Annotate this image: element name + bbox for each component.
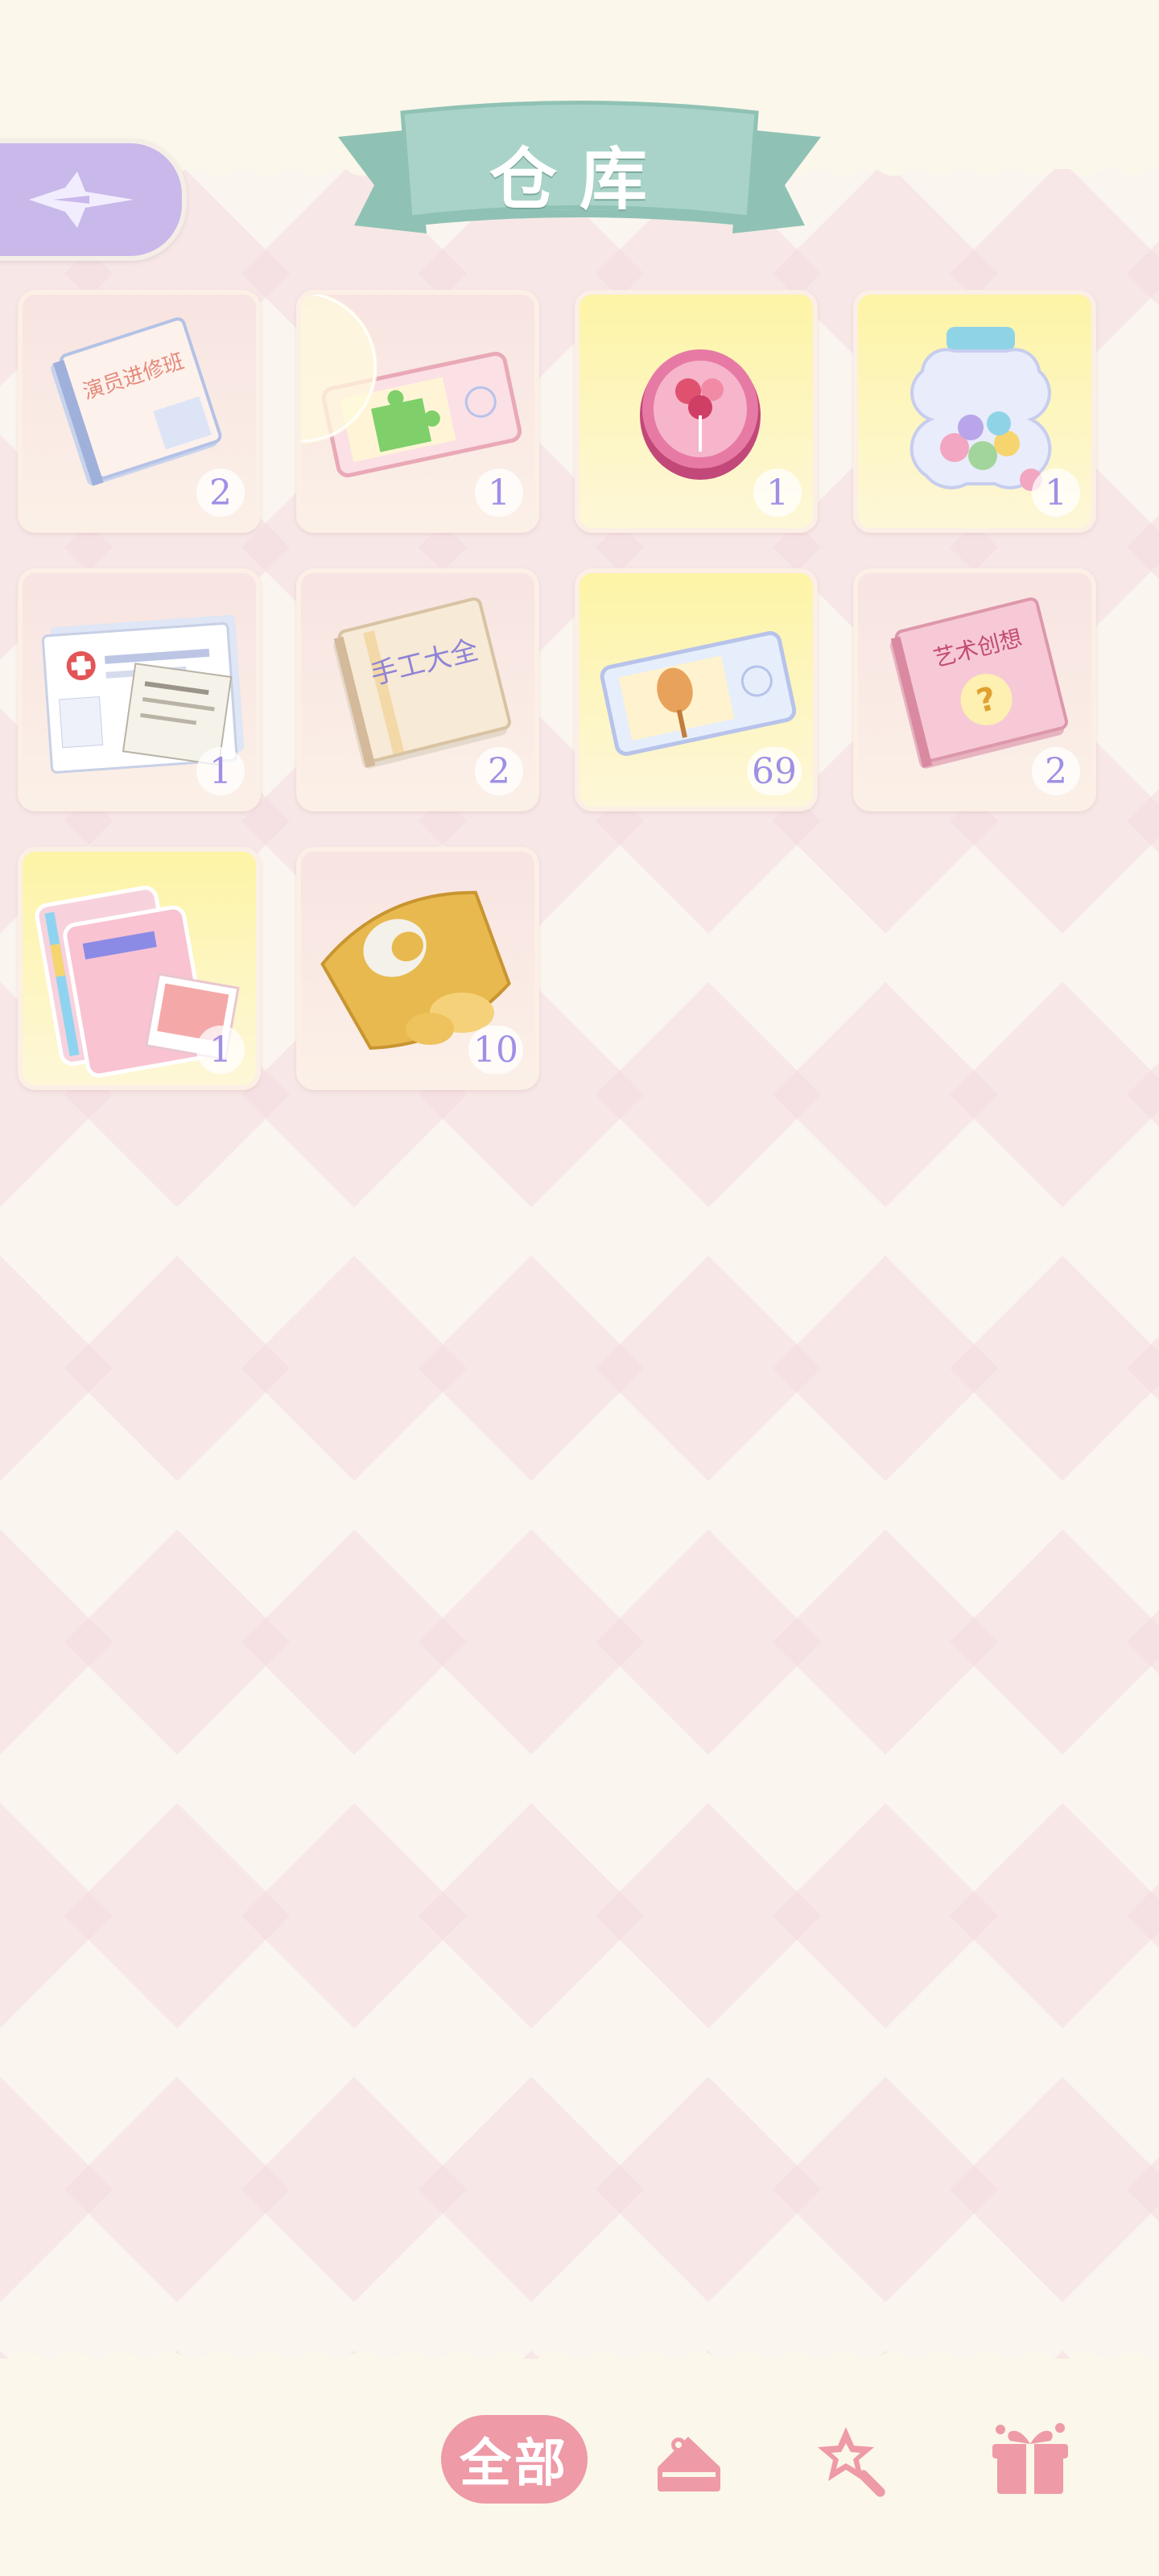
inventory-item[interactable]: 演员进修班 2 <box>18 290 261 533</box>
inventory-item[interactable]: 1 <box>296 290 539 533</box>
gift-box-icon <box>992 2423 1068 2494</box>
tab-toys[interactable] <box>810 2415 906 2504</box>
inventory-item[interactable]: 艺术创想 ? 2 <box>853 568 1096 811</box>
inventory-item[interactable]: 10 <box>296 847 539 1090</box>
inventory-item[interactable]: 69 <box>575 568 818 811</box>
tab-all[interactable]: 全部 <box>441 2415 588 2504</box>
item-quantity: 2 <box>1032 747 1080 795</box>
item-quantity: 1 <box>196 747 245 795</box>
inventory-item[interactable]: 1 <box>853 290 1096 533</box>
page-title: 仓库 <box>489 139 670 219</box>
magic-wand-icon <box>818 2427 885 2497</box>
item-quantity: 1 <box>475 469 523 517</box>
item-quantity: 2 <box>196 469 245 517</box>
item-quantity: 1 <box>1032 469 1080 517</box>
item-quantity: 2 <box>475 747 523 795</box>
tab-food[interactable] <box>640 2415 736 2504</box>
inventory-item[interactable]: 1 <box>575 290 818 533</box>
item-quantity: 69 <box>747 747 802 795</box>
item-quantity: 1 <box>753 469 802 517</box>
inventory-item[interactable]: 1 <box>18 568 261 811</box>
back-arrow-icon <box>29 171 134 228</box>
inventory-item[interactable]: 1 <box>18 847 261 1090</box>
inventory-item[interactable]: 手工大全 2 <box>296 568 539 811</box>
item-quantity: 1 <box>196 1026 245 1074</box>
title-banner: 仓库 <box>330 97 829 250</box>
back-button[interactable] <box>0 138 187 261</box>
tab-gifts[interactable] <box>982 2415 1079 2504</box>
cake-icon <box>658 2437 720 2491</box>
item-quantity: 10 <box>468 1026 523 1074</box>
